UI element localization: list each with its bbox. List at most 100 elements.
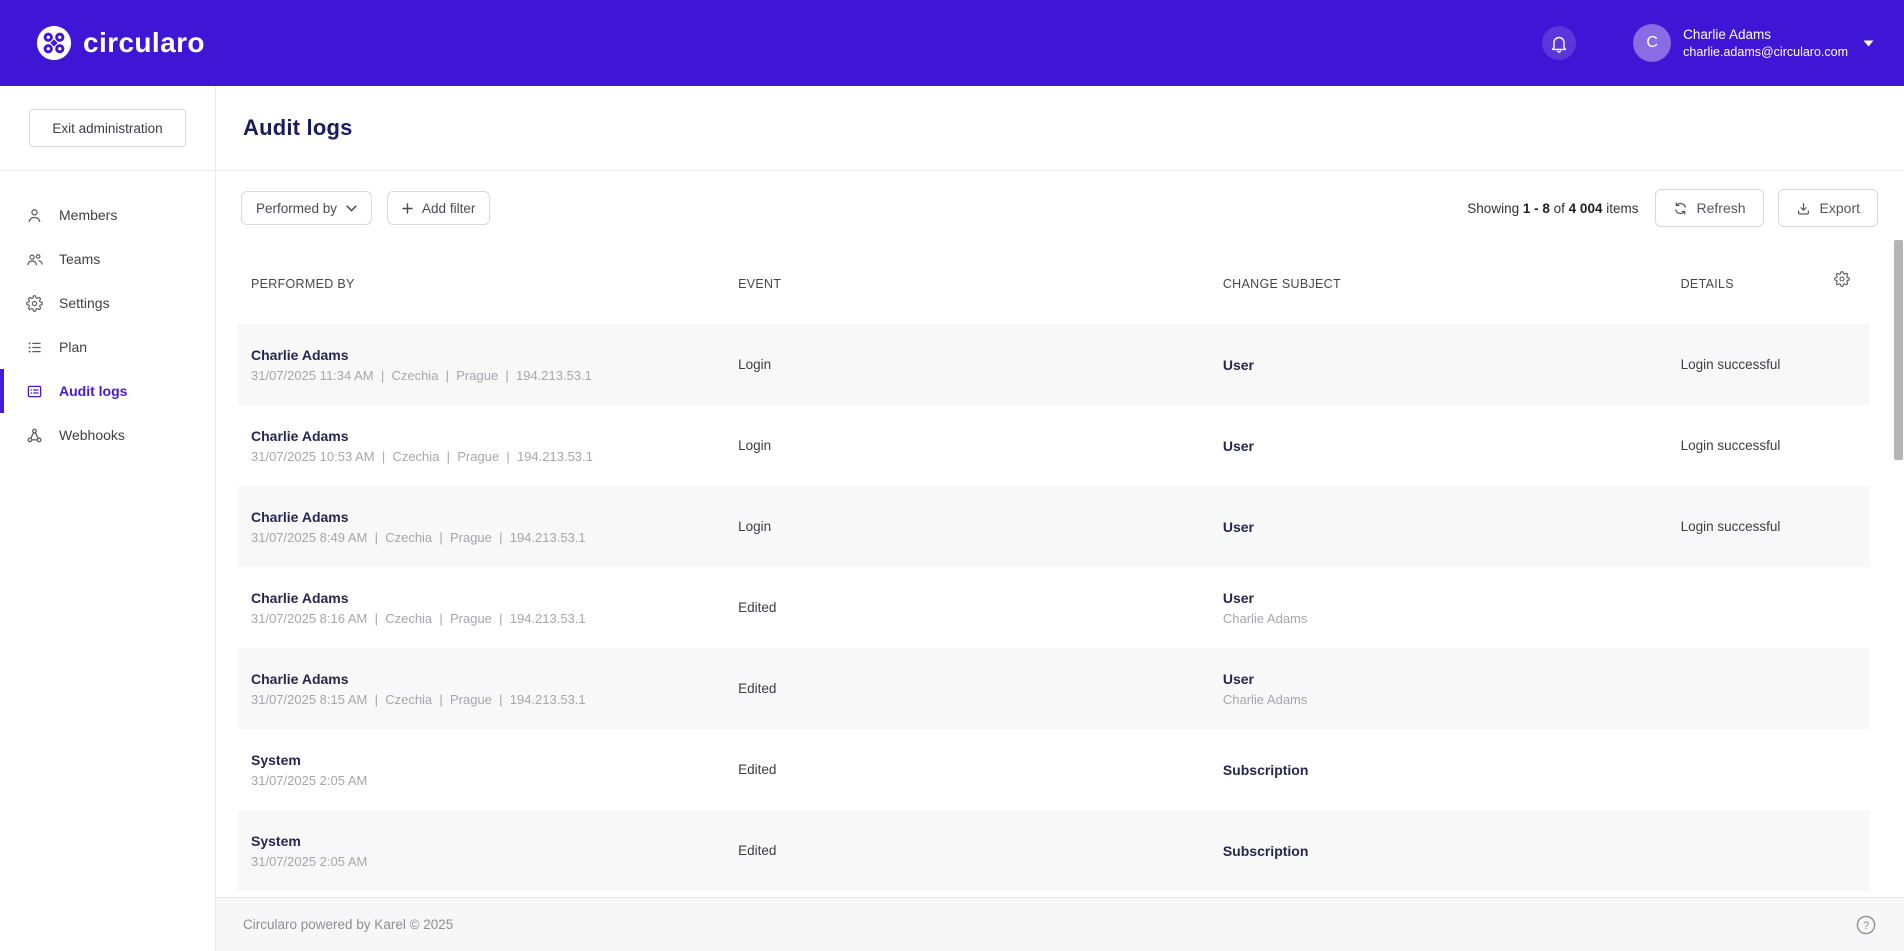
column-header-event: EVENT [725, 277, 1210, 324]
vertical-scrollbar-thumb[interactable] [1894, 240, 1903, 460]
row-meta: 31/07/2025 2:05 AM [251, 854, 725, 869]
performed-by-filter-dropdown[interactable]: Performed by [241, 191, 372, 225]
caret-down-icon [1863, 40, 1874, 47]
sidebar-item-teams[interactable]: Teams [0, 237, 215, 281]
bell-icon [1550, 34, 1568, 53]
refresh-icon [1673, 201, 1688, 216]
row-meta: 31/07/2025 8:15 AM | Czechia | Prague | … [251, 692, 725, 707]
main-content: Audit logs Performed by Add filter Showi… [216, 86, 1904, 951]
row-change-subject: User [1223, 357, 1668, 373]
list-icon [25, 339, 44, 356]
row-performer: System [251, 833, 725, 849]
table-row[interactable]: System 31/07/2025 2:05 AM Edited Subscri… [238, 729, 1870, 810]
row-performer: Charlie Adams [251, 428, 725, 444]
download-icon [1796, 201, 1811, 216]
performed-by-label: Performed by [256, 201, 337, 216]
table-row[interactable]: Charlie Adams 31/07/2025 8:15 AM | Czech… [238, 648, 1870, 729]
plus-icon [402, 203, 413, 214]
user-menu[interactable]: C Charlie Adams charlie.adams@circularo.… [1633, 24, 1874, 62]
table-header: PERFORMED BY EVENT CHANGE SUBJECT DETAIL… [238, 251, 1870, 324]
table-row[interactable]: Charlie Adams 31/07/2025 11:34 AM | Czec… [238, 324, 1870, 405]
row-meta: 31/07/2025 10:53 AM | Czechia | Prague |… [251, 449, 725, 464]
export-button[interactable]: Export [1778, 189, 1878, 227]
sidebar-item-label: Audit logs [59, 383, 127, 399]
row-meta: 31/07/2025 2:05 AM [251, 773, 725, 788]
sidebar-item-settings[interactable]: Settings [0, 281, 215, 325]
column-header-change-subject: CHANGE SUBJECT [1210, 277, 1668, 324]
row-performer: System [251, 752, 725, 768]
audit-log-table: PERFORMED BY EVENT CHANGE SUBJECT DETAIL… [238, 251, 1870, 891]
row-performer: Charlie Adams [251, 509, 725, 525]
page-title: Audit logs [243, 115, 353, 141]
sidebar: Exit administration Members Teams [0, 86, 216, 951]
showing-count-text: Showing 1 - 8 of 4 004 items [1467, 201, 1638, 216]
row-details: Login successful [1681, 438, 1870, 453]
row-details: Login successful [1681, 519, 1870, 534]
refresh-button[interactable]: Refresh [1655, 189, 1764, 227]
circularo-logo-icon [36, 25, 72, 61]
sidebar-item-label: Plan [59, 339, 87, 355]
sidebar-item-label: Teams [59, 251, 100, 267]
row-change-subject: User [1223, 438, 1668, 454]
row-details: Login successful [1681, 357, 1870, 372]
row-performer: Charlie Adams [251, 671, 725, 687]
user-email: charlie.adams@circularo.com [1683, 44, 1848, 60]
people-icon [25, 251, 44, 268]
svg-text:?: ? [1863, 920, 1869, 932]
row-meta: 31/07/2025 8:49 AM | Czechia | Prague | … [251, 530, 725, 545]
sidebar-nav: Members Teams Settings [0, 171, 215, 457]
table-row[interactable]: System 31/07/2025 2:05 AM Edited Subscri… [238, 810, 1870, 891]
export-label: Export [1820, 200, 1860, 216]
row-change-subject: User [1223, 590, 1668, 606]
webhook-icon [25, 427, 44, 444]
row-event: Edited [738, 843, 1210, 858]
row-event: Login [738, 519, 1210, 534]
row-change-subject: Subscription [1223, 762, 1668, 778]
sidebar-item-label: Settings [59, 295, 110, 311]
table-settings-gear-icon[interactable] [1834, 271, 1850, 287]
row-change-subject-detail: Charlie Adams [1223, 692, 1668, 707]
showing-range: 1 - 8 [1523, 201, 1550, 216]
person-icon [25, 207, 44, 224]
row-change-subject: User [1223, 671, 1668, 687]
toolbar: Performed by Add filter Showing 1 - 8 of… [216, 189, 1904, 227]
row-change-subject-detail: Charlie Adams [1223, 611, 1668, 626]
sidebar-item-members[interactable]: Members [0, 193, 215, 237]
row-event: Edited [738, 600, 1210, 615]
footer-text: Circularo powered by Karel © 2025 [243, 917, 453, 932]
row-change-subject: Subscription [1223, 843, 1668, 859]
gear-icon [25, 295, 44, 312]
table-body: Charlie Adams 31/07/2025 11:34 AM | Czec… [238, 324, 1870, 891]
chevron-down-icon [346, 205, 357, 212]
row-event: Login [738, 438, 1210, 453]
user-name: Charlie Adams [1683, 26, 1848, 44]
footer: Circularo powered by Karel © 2025 ? [216, 897, 1904, 951]
row-change-subject: User [1223, 519, 1668, 535]
row-performer: Charlie Adams [251, 590, 725, 606]
row-performer: Charlie Adams [251, 347, 725, 363]
row-meta: 31/07/2025 8:16 AM | Czechia | Prague | … [251, 611, 725, 626]
audit-logs-icon [25, 383, 44, 400]
sidebar-item-audit-logs[interactable]: Audit logs [0, 369, 215, 413]
avatar: C [1633, 24, 1671, 62]
notifications-button[interactable] [1542, 26, 1576, 60]
add-filter-button[interactable]: Add filter [387, 191, 490, 225]
brand-logo[interactable]: circularo [0, 25, 205, 61]
sidebar-item-label: Webhooks [59, 427, 125, 443]
exit-administration-button[interactable]: Exit administration [29, 109, 186, 147]
sidebar-item-plan[interactable]: Plan [0, 325, 215, 369]
showing-total: 4 004 [1569, 201, 1603, 216]
help-icon[interactable]: ? [1855, 914, 1877, 936]
table-row[interactable]: Charlie Adams 31/07/2025 10:53 AM | Czec… [238, 405, 1870, 486]
add-filter-label: Add filter [422, 201, 475, 216]
row-event: Edited [738, 762, 1210, 777]
brand-name: circularo [83, 27, 205, 59]
sidebar-item-webhooks[interactable]: Webhooks [0, 413, 215, 457]
row-event: Login [738, 357, 1210, 372]
row-meta: 31/07/2025 11:34 AM | Czechia | Prague |… [251, 368, 725, 383]
refresh-label: Refresh [1697, 200, 1746, 216]
table-row[interactable]: Charlie Adams 31/07/2025 8:16 AM | Czech… [238, 567, 1870, 648]
row-event: Edited [738, 681, 1210, 696]
table-row[interactable]: Charlie Adams 31/07/2025 8:49 AM | Czech… [238, 486, 1870, 567]
column-header-performed-by: PERFORMED BY [238, 277, 725, 324]
